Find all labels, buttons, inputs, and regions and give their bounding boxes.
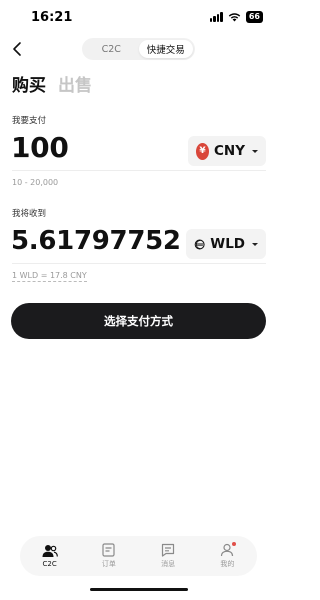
receive-amount-input[interactable]: 5.61797752 — [11, 226, 181, 256]
select-payment-method-button[interactable]: 选择支付方式 — [11, 303, 266, 339]
nav-label-profile: 我的 — [220, 560, 235, 568]
bottom-nav: C2C 订单 消息 我的 — [20, 536, 257, 576]
pay-divider — [12, 170, 266, 171]
status-time: 16:21 — [31, 10, 73, 25]
tab-buy[interactable]: 购买 — [12, 71, 46, 96]
battery-indicator: 66 — [245, 11, 263, 23]
receive-currency-label: WLD — [210, 236, 245, 252]
receive-label: 我将收到 — [12, 209, 47, 219]
nav-label-orders: 订单 — [101, 560, 116, 568]
home-indicator — [90, 588, 188, 591]
nav-item-messages[interactable]: 消息 — [143, 543, 193, 569]
trade-mode-segmented-control: C2C 快捷交易 — [82, 38, 195, 60]
chevron-down-icon — [252, 149, 258, 153]
back-button[interactable] — [9, 40, 27, 58]
nav-item-profile[interactable]: 我的 — [202, 542, 252, 569]
users-icon — [42, 545, 58, 557]
receive-divider — [12, 263, 266, 264]
orders-icon — [102, 543, 115, 557]
nav-item-orders[interactable]: 订单 — [84, 543, 134, 569]
buy-sell-tabs: 购买 出售 — [12, 71, 92, 96]
pay-amount-input[interactable]: 100 — [11, 131, 69, 164]
chevron-down-icon — [252, 242, 258, 246]
chevron-left-icon — [13, 42, 21, 56]
signal-icon — [209, 12, 223, 22]
notification-dot — [232, 542, 237, 546]
pay-range-hint: 10 - 20,000 — [12, 178, 59, 187]
pay-currency-label: CNY — [214, 143, 245, 159]
messages-icon — [162, 543, 175, 557]
wifi-icon — [228, 12, 241, 22]
nav-label-messages: 消息 — [161, 560, 176, 568]
nav-item-c2c[interactable]: C2C — [25, 544, 75, 568]
cny-icon: ¥ — [196, 142, 210, 160]
pay-label: 我要支付 — [12, 116, 47, 126]
tab-sell[interactable]: 出售 — [58, 71, 92, 96]
receive-currency-selector[interactable]: WLD — [186, 229, 266, 259]
nav-label-c2c: C2C — [42, 560, 57, 568]
pay-currency-selector[interactable]: ¥ CNY — [188, 136, 266, 166]
status-icons: 66 — [209, 11, 263, 23]
tab-c2c[interactable]: C2C — [84, 40, 139, 58]
status-bar: 16:21 66 — [0, 0, 277, 36]
tab-quick-trade[interactable]: 快捷交易 — [138, 40, 193, 58]
worldcoin-icon — [194, 239, 205, 249]
exchange-rate: 1 WLD = 17.8 CNY — [12, 271, 87, 282]
